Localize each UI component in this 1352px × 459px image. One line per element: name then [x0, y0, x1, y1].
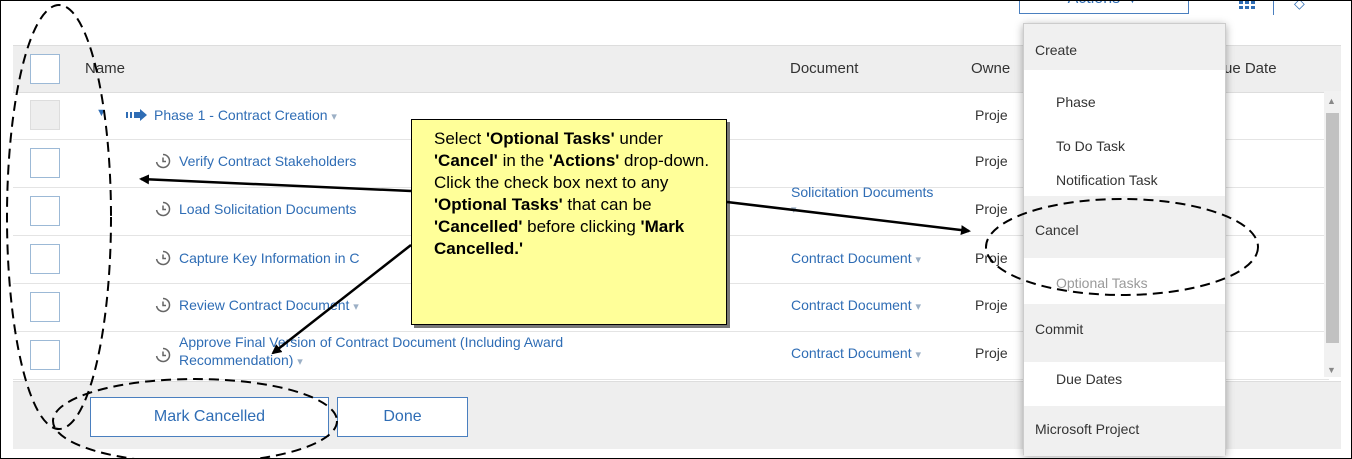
owner-cell: Proje [975, 297, 1008, 313]
row-checkbox [30, 100, 60, 130]
actions-menu: Create Phase To Do Task Notification Tas… [1023, 23, 1226, 456]
task-name-link[interactable]: Capture Key Information in C [179, 250, 360, 266]
menu-section-cancel: Cancel [1024, 196, 1225, 258]
column-header-due-date[interactable]: ue Date [1224, 60, 1277, 77]
clock-icon [155, 201, 171, 217]
owner-cell: Proje [975, 345, 1008, 361]
column-header-name[interactable]: Name [85, 60, 125, 77]
row-checkbox[interactable] [30, 148, 60, 178]
menu-section-create: Create [1024, 24, 1225, 70]
task-name-link[interactable]: Verify Contract Stakeholders [179, 153, 356, 169]
owner-cell: Proje [975, 201, 1008, 217]
scroll-up-arrow-icon[interactable]: ▲ [1327, 96, 1336, 106]
owner-cell: Proje [975, 153, 1008, 169]
mark-cancelled-button[interactable]: Mark Cancelled [90, 397, 329, 437]
menu-item-due-dates[interactable]: Due Dates [1024, 362, 1225, 406]
row-checkbox[interactable] [30, 196, 60, 226]
document-link[interactable]: Solicitation Documents ▾ [791, 184, 933, 216]
document-link[interactable]: Contract Document ▾ [791, 345, 921, 361]
task-name-link[interactable]: Approve Final Version of Contract Docume… [179, 333, 563, 371]
scrollbar-thumb[interactable] [1326, 113, 1339, 343]
menu-item-optional-tasks[interactable]: Optional Tasks [1024, 258, 1225, 304]
grid-view-icon[interactable] [1239, 1, 1255, 13]
phase-arrow-icon [126, 109, 147, 121]
menu-item-notification-task[interactable]: Notification Task [1024, 150, 1225, 196]
scroll-down-arrow-icon[interactable]: ▼ [1327, 365, 1336, 375]
row-checkbox[interactable] [30, 340, 60, 370]
chevron-down-icon[interactable]: ◇ [1294, 1, 1305, 12]
task-name-link[interactable]: Review Contract Document ▾ [179, 297, 359, 313]
owner-cell: Proje [975, 107, 1008, 123]
menu-item-phase[interactable]: Phase [1024, 70, 1225, 110]
actions-dropdown-button[interactable]: Actions ▼ [1019, 1, 1189, 14]
document-link[interactable]: Contract Document ▾ [791, 297, 921, 313]
document-link[interactable]: Contract Document ▾ [791, 250, 921, 266]
clock-icon [155, 250, 171, 266]
clock-icon [155, 297, 171, 313]
task-name-link[interactable]: Load Solicitation Documents [179, 201, 356, 217]
select-all-checkbox[interactable] [30, 54, 60, 84]
done-button[interactable]: Done [337, 397, 468, 437]
menu-section-microsoft-project: Microsoft Project [1024, 406, 1225, 456]
row-checkbox[interactable] [30, 244, 60, 274]
expand-triangle-icon[interactable]: ▼ [96, 107, 107, 119]
menu-item-todo-task[interactable]: To Do Task [1024, 110, 1225, 154]
instruction-callout: Select 'Optional Tasks' under 'Cancel' i… [411, 119, 727, 325]
task-name-link[interactable]: Phase 1 - Contract Creation ▾ [154, 107, 337, 123]
owner-cell: Proje [975, 250, 1008, 266]
menu-section-commit: Commit [1024, 304, 1225, 362]
row-checkbox[interactable] [30, 292, 60, 322]
column-header-owner[interactable]: Owne [971, 60, 1010, 77]
clock-icon [155, 153, 171, 169]
screenshot-frame: Actions ▼ ◇ Name Document Owne ue Date ▼… [0, 0, 1352, 459]
column-header-document[interactable]: Document [790, 60, 858, 77]
clock-icon [155, 347, 171, 363]
toolbar-separator [1273, 1, 1274, 15]
